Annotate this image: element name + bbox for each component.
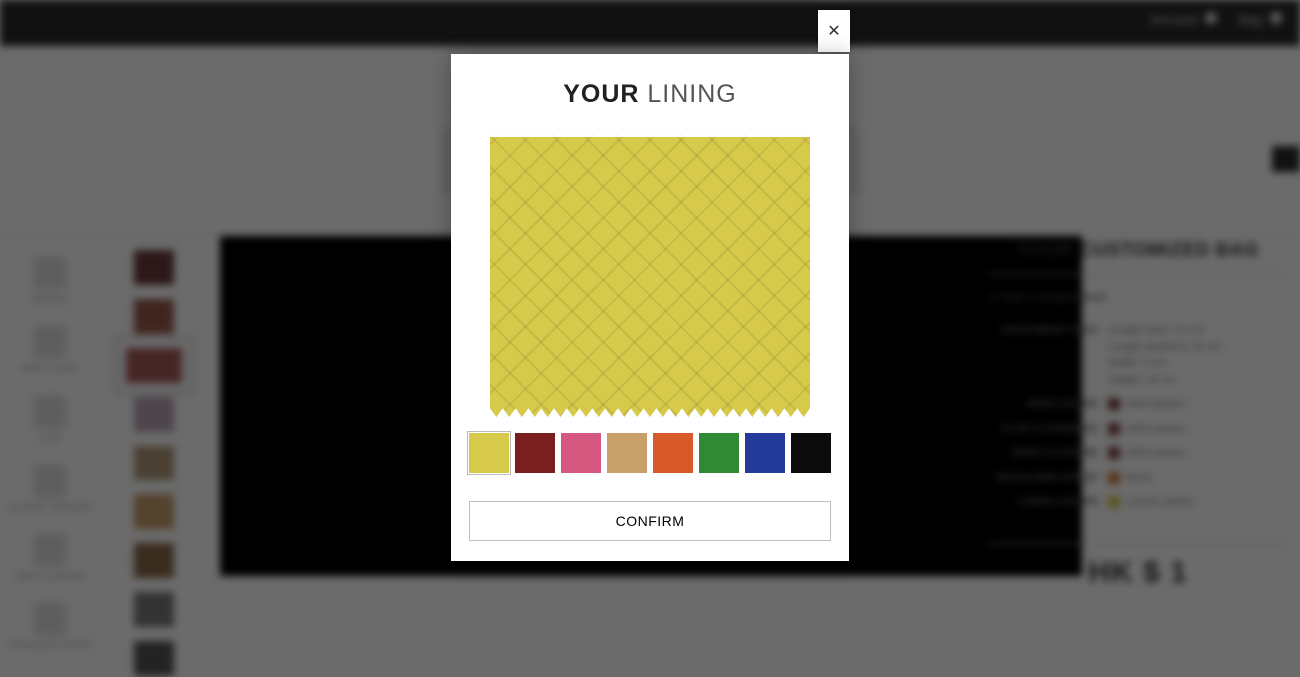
- lining-color-black[interactable]: [791, 433, 831, 473]
- lining-color-orange[interactable]: [653, 433, 693, 473]
- modal-title: YOUR LINING: [451, 54, 849, 127]
- close-button[interactable]: ✕: [818, 10, 850, 52]
- lining-swatch-preview: [490, 127, 810, 417]
- lining-modal: YOUR LINING CONFIRM: [451, 54, 849, 561]
- lining-color-row: [451, 417, 849, 473]
- close-icon: ✕: [827, 21, 840, 41]
- modal-title-bold: YOUR: [563, 80, 639, 108]
- lining-color-dark-red[interactable]: [515, 433, 555, 473]
- lining-color-pink[interactable]: [561, 433, 601, 473]
- lining-color-lemon-yellow[interactable]: [469, 433, 509, 473]
- lining-color-blue[interactable]: [745, 433, 785, 473]
- confirm-button[interactable]: CONFIRM: [469, 501, 831, 541]
- modal-title-light: LINING: [647, 80, 736, 108]
- lining-color-green[interactable]: [699, 433, 739, 473]
- lining-color-beige[interactable]: [607, 433, 647, 473]
